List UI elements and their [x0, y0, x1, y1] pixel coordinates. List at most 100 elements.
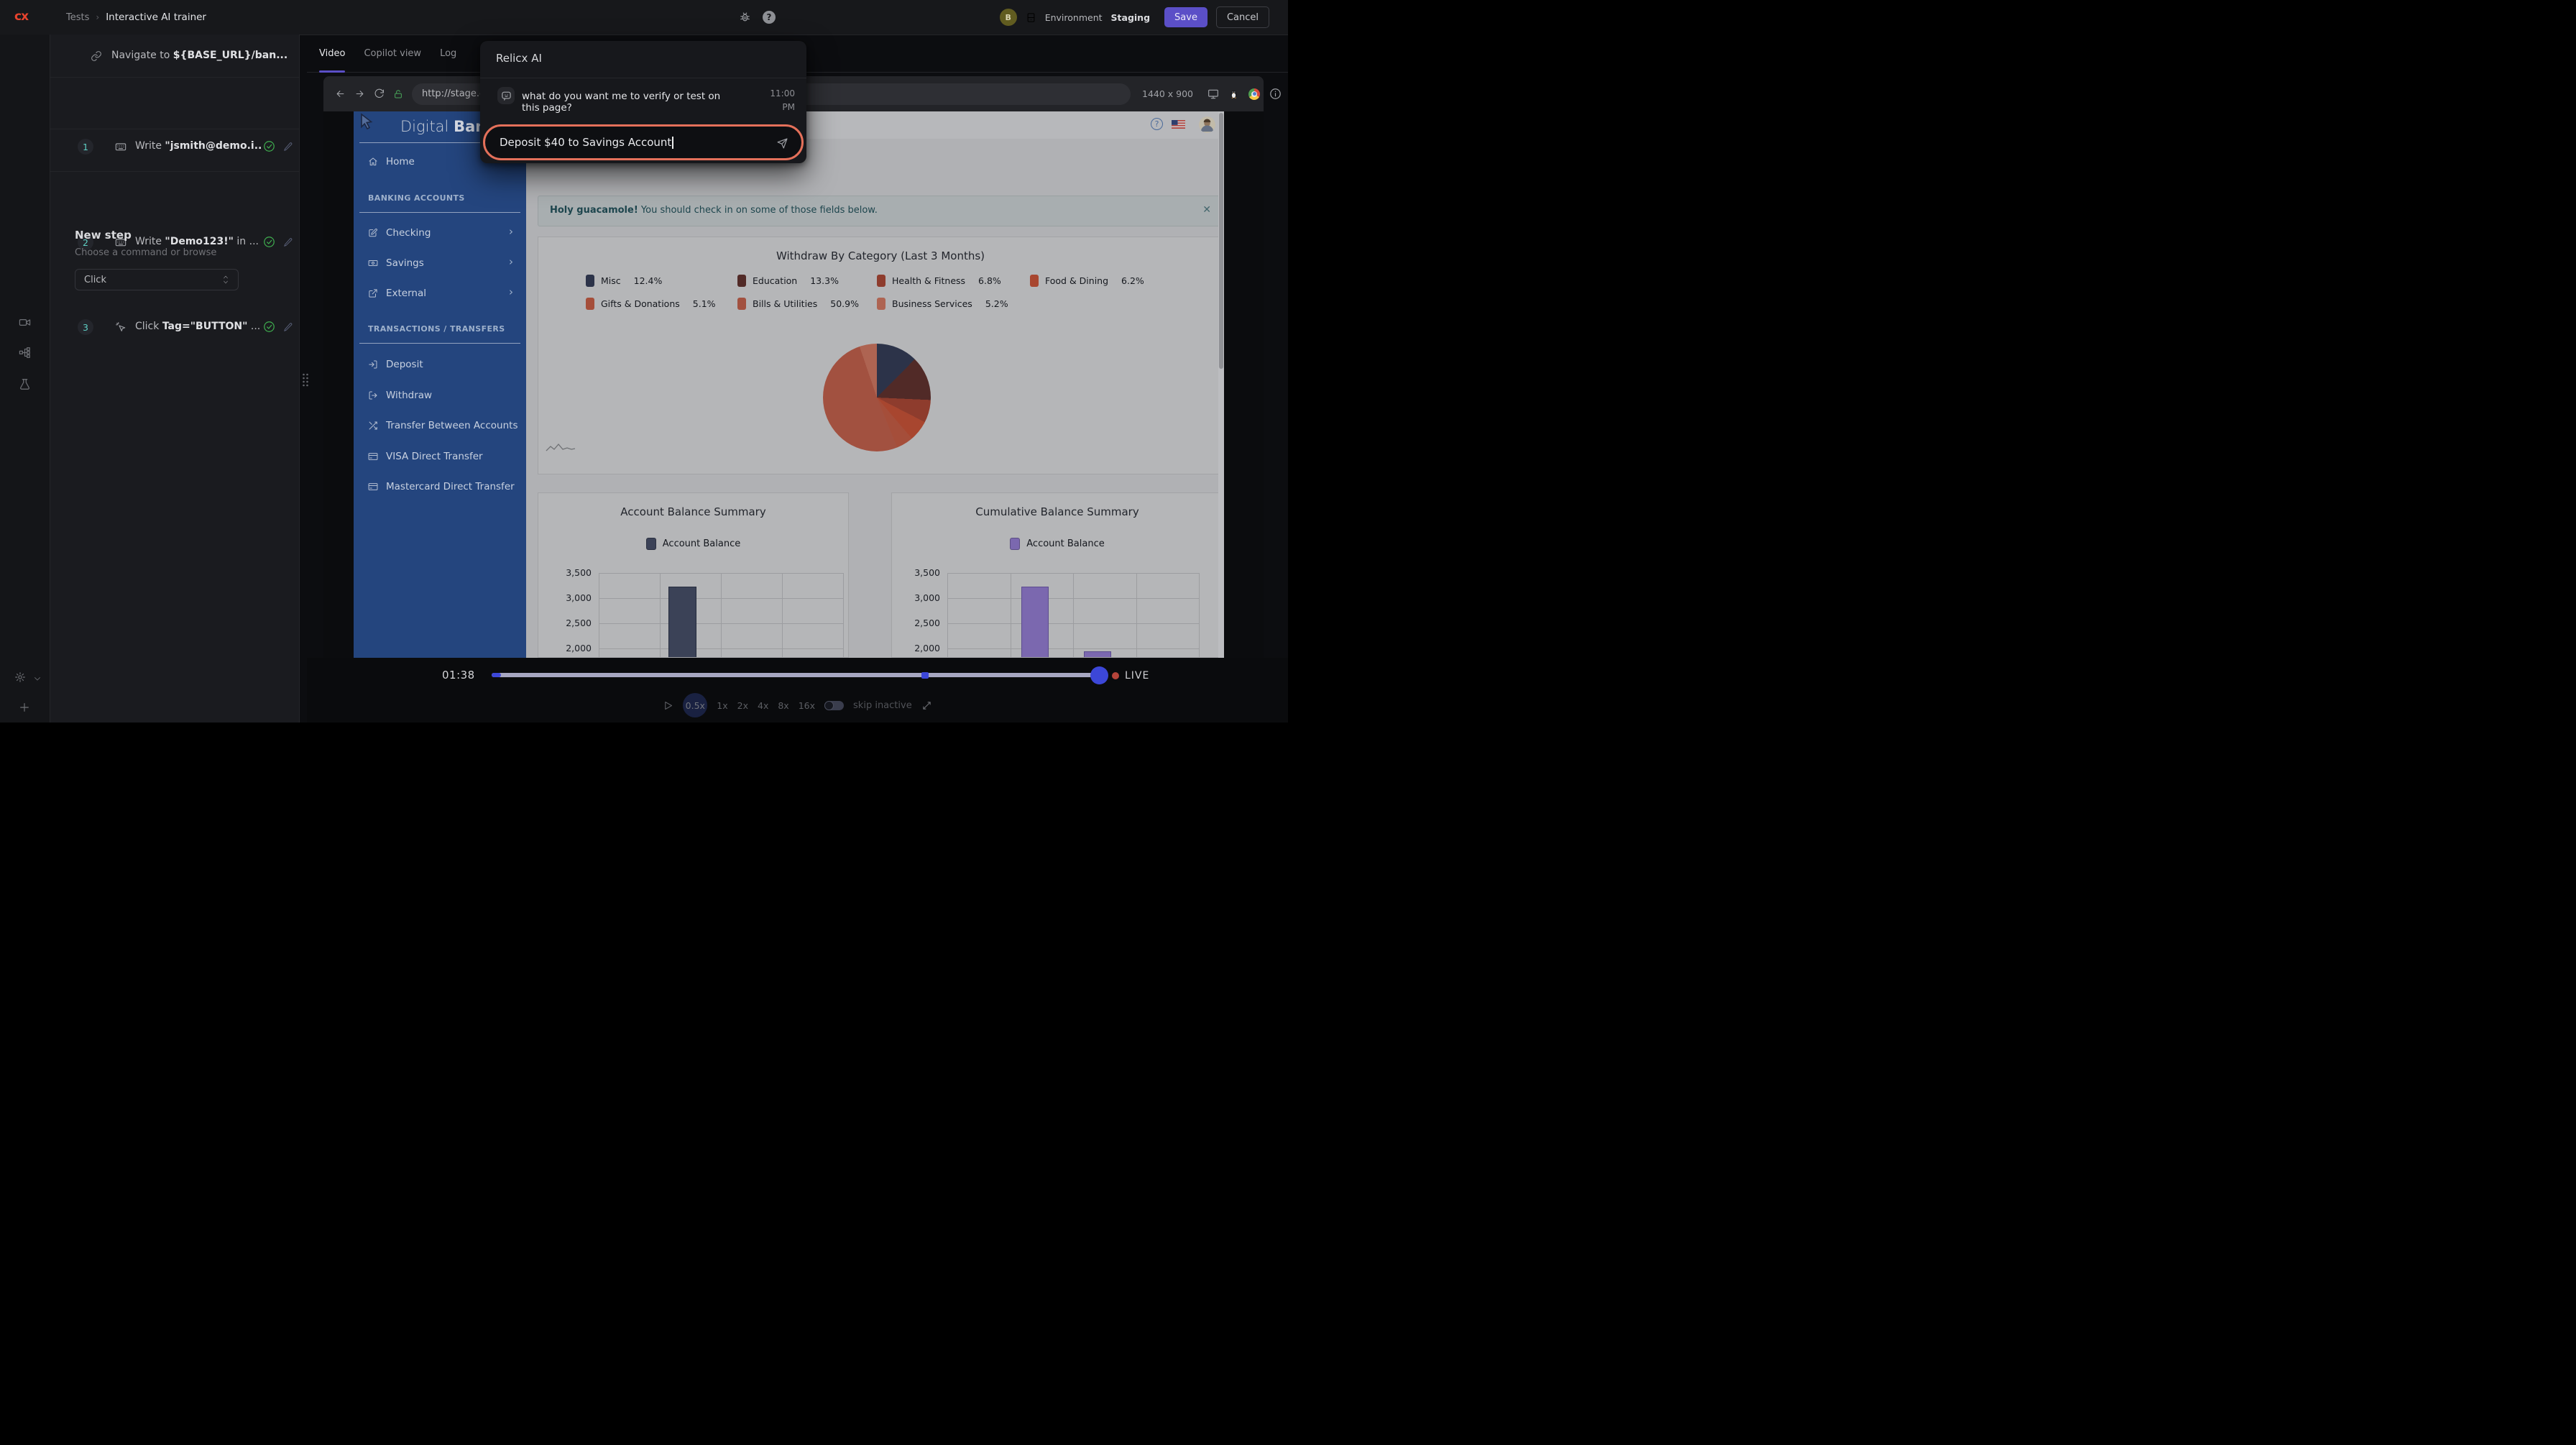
video-viewport[interactable]: Digital Bank HomeBANKING ACCOUNTSCheckin…: [323, 111, 1264, 658]
video-camera-icon[interactable]: [19, 316, 31, 329]
tab-log[interactable]: Log: [440, 35, 456, 73]
bank-help-icon[interactable]: ?: [1151, 118, 1163, 130]
timeline-handle[interactable]: [1090, 666, 1108, 684]
text-caret: [672, 137, 673, 149]
flask-icon[interactable]: [19, 378, 31, 390]
save-button[interactable]: Save: [1164, 7, 1208, 27]
cx-logo[interactable]: cx: [14, 9, 28, 24]
y-axis-tick: 3,500: [892, 567, 940, 578]
bank-nav-external[interactable]: External ›: [354, 283, 526, 303]
legend-name: Misc: [601, 275, 621, 286]
monitor-icon[interactable]: [1208, 88, 1219, 100]
help-icon[interactable]: ?: [763, 11, 776, 24]
sparkline-icon: [545, 441, 576, 454]
check-circle-icon[interactable]: [263, 321, 275, 333]
speed-1x[interactable]: 1x: [717, 700, 727, 711]
info-icon[interactable]: [1269, 88, 1282, 100]
breadcrumb-tests-link[interactable]: Tests: [66, 12, 89, 23]
legend-value: 13.3%: [810, 275, 839, 286]
legend-swatch: [877, 275, 886, 287]
legend-value: 6.2%: [1121, 275, 1144, 286]
top-bar: cx Tests › Interactive AI trainer ? B En…: [0, 0, 1288, 35]
us-flag-icon[interactable]: [1172, 120, 1185, 129]
bar-chart-plot: 3,5003,0002,5002,000: [892, 493, 1223, 657]
step-row-2[interactable]: 2 Write "Demo123!" in ...: [50, 129, 299, 172]
session-icon-group: [1208, 88, 1282, 100]
bank-section-header: TRANSACTIONS / TRANSFERS: [368, 324, 505, 334]
speed-0.5x[interactable]: 0.5x: [683, 693, 707, 717]
bank-nav-withdraw[interactable]: Withdraw: [354, 385, 526, 405]
legend-swatch: [737, 298, 746, 310]
forward-icon[interactable]: [354, 88, 365, 99]
avatar[interactable]: B: [1000, 9, 1017, 26]
bank-nav-mastercard-direct-transfer[interactable]: Mastercard Direct Transfer: [354, 477, 526, 497]
environment-value[interactable]: Staging: [1111, 12, 1151, 23]
timestamp-meridiem: PM: [770, 101, 795, 114]
bank-nav-transfer-between-accounts[interactable]: Transfer Between Accounts: [354, 416, 526, 436]
y-axis-tick: 3,500: [538, 567, 592, 578]
alert-close-icon[interactable]: ✕: [1202, 204, 1211, 216]
navigate-step-url: ${BASE_URL}/ban...: [173, 50, 288, 61]
chevron-down-icon[interactable]: [33, 674, 42, 683]
prompt-input[interactable]: Deposit $40 to Savings Account: [483, 124, 804, 160]
back-icon[interactable]: [335, 88, 346, 99]
bank-nav-visa-direct-transfer[interactable]: VISA Direct Transfer: [354, 446, 526, 467]
plus-icon[interactable]: [19, 702, 30, 713]
top-right-group: B Environment Staging Save Cancel: [1000, 0, 1269, 35]
tab-video[interactable]: Video: [319, 35, 345, 73]
legend-value: 6.8%: [978, 275, 1001, 286]
pie-legend-item: Bills & Utilities50.9%: [737, 298, 859, 310]
pencil-icon[interactable]: [283, 237, 293, 247]
timeline-marker[interactable]: [921, 672, 929, 679]
y-axis-tick: 3,000: [538, 592, 592, 603]
shuffle-icon: [368, 421, 378, 431]
tab-copilot-view[interactable]: Copilot view: [364, 35, 421, 73]
skip-inactive-toggle[interactable]: [824, 701, 844, 710]
bank-nav-deposit[interactable]: Deposit: [354, 354, 526, 375]
cursor-click-icon: [115, 321, 126, 333]
bank-nav-checking[interactable]: Checking›: [354, 223, 526, 243]
tree-structure-icon[interactable]: [19, 347, 31, 359]
speed-8x[interactable]: 8x: [778, 700, 788, 711]
bug-icon[interactable]: [739, 12, 751, 24]
legend-swatch: [877, 298, 886, 310]
bank-nav-label: External: [386, 288, 426, 299]
cancel-button[interactable]: Cancel: [1216, 6, 1269, 28]
step-text-bold: "Demo123!": [165, 236, 234, 247]
bank-nav-savings[interactable]: Savings›: [354, 253, 526, 273]
fullscreen-icon[interactable]: [921, 700, 932, 711]
new-step-title: New step: [75, 229, 132, 242]
timeline-progress: [492, 673, 501, 677]
panel-resize-handle[interactable]: [302, 372, 309, 387]
navigate-step-text: Navigate to: [111, 50, 173, 61]
play-icon[interactable]: [663, 700, 673, 711]
check-circle-icon[interactable]: [263, 236, 275, 248]
live-label[interactable]: LIVE: [1125, 670, 1149, 682]
gear-icon[interactable]: [14, 671, 26, 683]
timeline-track[interactable]: [492, 673, 1095, 677]
navigate-step-row[interactable]: Navigate to ${BASE_URL}/ban...: [50, 35, 299, 78]
speed-4x[interactable]: 4x: [758, 700, 768, 711]
pencil-icon[interactable]: [283, 322, 293, 332]
divider: [359, 212, 520, 213]
step-row-3[interactable]: 3 Click Tag="BUTTON" ...: [50, 172, 299, 214]
bank-scrollbar[interactable]: [1218, 111, 1224, 658]
reload-icon[interactable]: [374, 88, 385, 99]
legend-swatch: [1030, 275, 1039, 287]
page-title: Interactive AI trainer: [106, 12, 206, 23]
step-number: 3: [78, 319, 93, 335]
speed-2x[interactable]: 2x: [737, 700, 748, 711]
credit-card-icon: [368, 482, 378, 492]
bank-user-avatar[interactable]: [1199, 116, 1215, 133]
linux-penguin-icon: [1228, 88, 1239, 100]
command-select-value: Click: [84, 275, 106, 285]
chevron-right-icon: ›: [509, 285, 513, 298]
link-icon: [91, 50, 102, 62]
speed-16x[interactable]: 16x: [799, 700, 815, 711]
legend-name: Business Services: [892, 298, 972, 309]
chevron-right-icon: ›: [509, 225, 513, 238]
send-icon[interactable]: [776, 137, 788, 150]
command-select[interactable]: Click: [75, 269, 239, 290]
step-row-1[interactable]: 1 Write "jsmith@demo.i...: [50, 78, 299, 129]
top-icon-group: ?: [739, 0, 776, 35]
